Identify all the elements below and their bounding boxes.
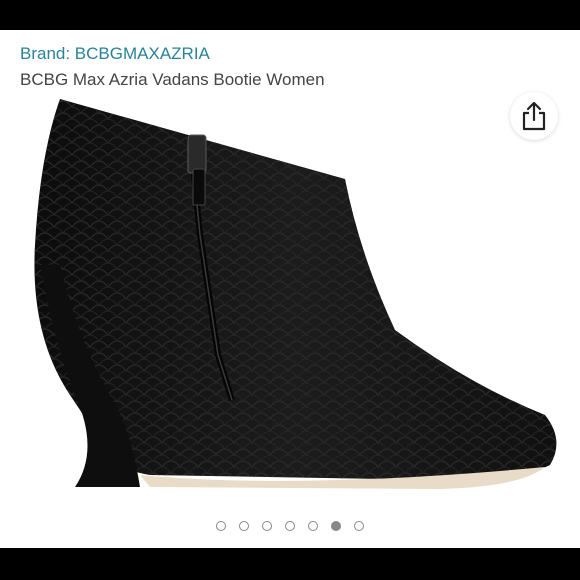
listing-panel: Brand: BCBGMAXAZRIA BCBG Max Azria Vadan… (0, 30, 580, 548)
product-image[interactable] (0, 95, 580, 515)
carousel-dot[interactable] (285, 521, 295, 531)
carousel-dot[interactable] (216, 521, 226, 531)
carousel-dot[interactable] (354, 521, 364, 531)
brand-link[interactable]: Brand: BCBGMAXAZRIA (20, 44, 210, 64)
carousel-dot[interactable] (308, 521, 318, 531)
listing-title: BCBG Max Azria Vadans Bootie Women (20, 70, 325, 89)
bootie-illustration (34, 99, 557, 489)
carousel-dots (0, 516, 580, 536)
carousel-dot[interactable] (331, 521, 341, 531)
share-button[interactable] (510, 92, 558, 140)
carousel-dot[interactable] (239, 521, 249, 531)
share-icon (522, 101, 546, 131)
carousel-dot[interactable] (262, 521, 272, 531)
